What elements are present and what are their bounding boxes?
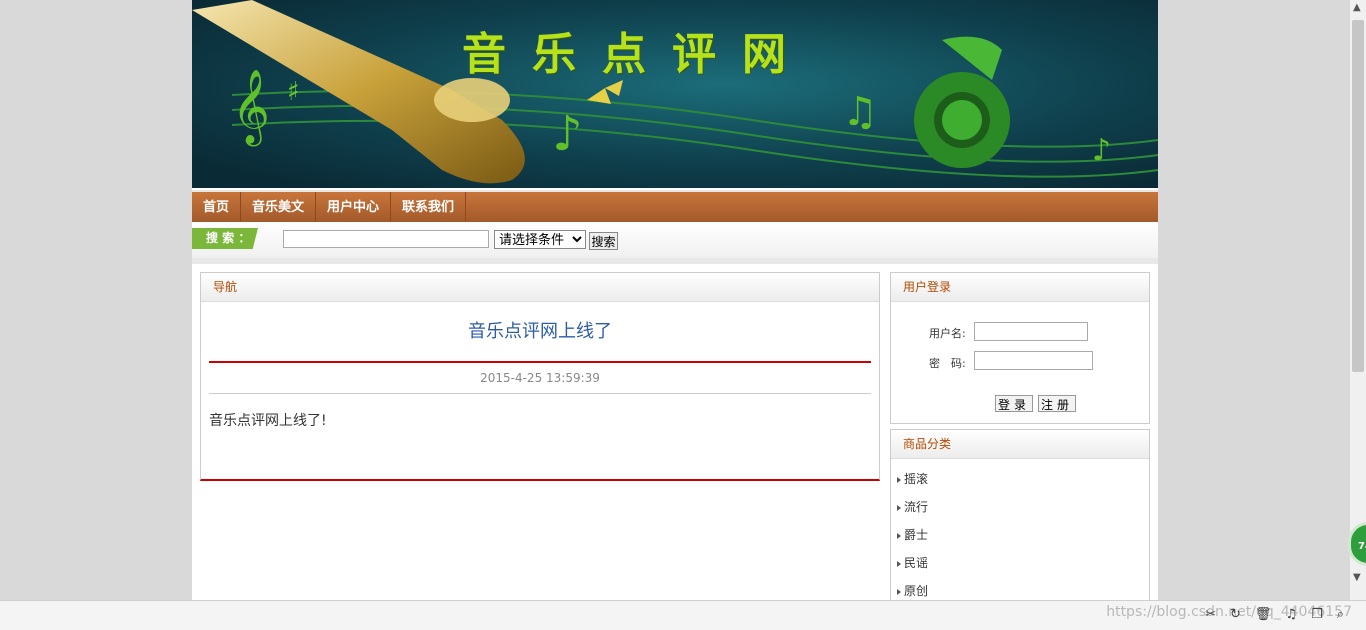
svg-text:𝄞: 𝄞 (232, 70, 270, 147)
category-panel: 商品分类 摇滚 流行 爵士 民谣 原创 (890, 429, 1150, 600)
svg-text:♯: ♯ (287, 77, 300, 107)
article-body: 音乐点评网上线了! (209, 413, 327, 429)
refresh-icon[interactable]: ↻ (1230, 607, 1255, 622)
arrow-right-icon (897, 588, 901, 595)
search-label: 搜 索 ： (192, 228, 258, 249)
category-item-rock[interactable]: 摇滚 (897, 465, 1149, 493)
scroll-down-icon[interactable]: ▼ (1353, 572, 1361, 583)
article-date: 2015-4-25 13:59:39 (480, 371, 600, 385)
arrow-right-icon (897, 560, 901, 567)
search-input[interactable] (283, 230, 489, 248)
article-panel-header: 导航 (201, 273, 879, 302)
password-label: 密 码: (929, 357, 966, 370)
category-item-jazz[interactable]: 爵士 (897, 521, 1149, 549)
nav-music-articles[interactable]: 音乐美文 (241, 192, 317, 224)
category-item-pop[interactable]: 流行 (897, 493, 1149, 521)
login-button[interactable]: 登录 (995, 395, 1034, 412)
nav-home[interactable]: 首页 (192, 192, 242, 224)
category-list: 摇滚 流行 爵士 民谣 原创 (891, 459, 1149, 600)
category-label: 爵士 (904, 528, 929, 542)
browser-status-bar: https://blog.csdn.net/qq_44046157 ✂↻🗑♫❐⌕ (0, 600, 1366, 630)
vertical-scrollbar[interactable]: ▲ ▼ (1350, 0, 1366, 600)
category-panel-header: 商品分类 (891, 430, 1149, 459)
category-label: 民谣 (904, 556, 929, 570)
username-label: 用户名: (929, 327, 966, 340)
category-label: 摇滚 (904, 472, 929, 486)
arrow-right-icon (897, 504, 901, 511)
banner: 𝄞 ♯ ♪ ♫ ♪ 音乐点评网 (192, 0, 1158, 188)
divider (192, 258, 1158, 264)
window-icon[interactable]: ❐ (1311, 607, 1337, 622)
page: 𝄞 ♯ ♪ ♫ ♪ 音乐点评网 首页 音乐美文 用户中心 联系我们 搜 索 ： … (192, 0, 1158, 600)
arrow-right-icon (897, 532, 901, 539)
arrow-right-icon (897, 476, 901, 483)
category-label: 流行 (904, 500, 929, 514)
password-field[interactable] (974, 351, 1093, 370)
scroll-up-icon[interactable]: ▲ (1353, 2, 1361, 13)
site-title: 音乐点评网 (462, 29, 812, 80)
nav-contact[interactable]: 联系我们 (391, 192, 467, 224)
search-button[interactable]: 搜索 (589, 232, 618, 250)
nav-user-center[interactable]: 用户中心 (316, 192, 392, 224)
article-title: 音乐点评网上线了 (468, 321, 612, 342)
category-label: 原创 (904, 584, 929, 598)
scrollbar-thumb[interactable] (1352, 20, 1364, 372)
register-button[interactable]: 注册 (1038, 395, 1077, 412)
trash-icon[interactable]: 🗑 (1255, 607, 1286, 622)
svg-text:♫: ♫ (842, 89, 878, 135)
search-icon[interactable]: ⌕ (1337, 607, 1358, 622)
article-panel: 导航 音乐点评网上线了 2015-4-25 13:59:39 音乐点评网上线了! (200, 272, 880, 481)
pin-icon[interactable]: ✂ (1205, 607, 1230, 622)
svg-text:♪: ♪ (552, 106, 583, 162)
username-field[interactable] (974, 322, 1088, 341)
date-divider (209, 393, 871, 394)
title-divider (209, 361, 871, 363)
category-item-original[interactable]: 原创 (897, 577, 1149, 600)
category-item-folk[interactable]: 民谣 (897, 549, 1149, 577)
status-icons: ✂↻🗑♫❐⌕ (1205, 607, 1358, 622)
search-bar: 搜 索 ： 请选择条件 搜索 (192, 222, 1158, 259)
login-panel: 用户登录 用户名: 密 码: 登录 注册 (890, 272, 1150, 424)
svg-text:♪: ♪ (1092, 133, 1111, 168)
speaker-icon[interactable]: ♫ (1285, 607, 1311, 622)
main-nav: 首页 音乐美文 用户中心 联系我们 (192, 190, 1158, 224)
login-panel-header: 用户登录 (891, 273, 1149, 302)
search-condition-select[interactable]: 请选择条件 (494, 230, 586, 249)
